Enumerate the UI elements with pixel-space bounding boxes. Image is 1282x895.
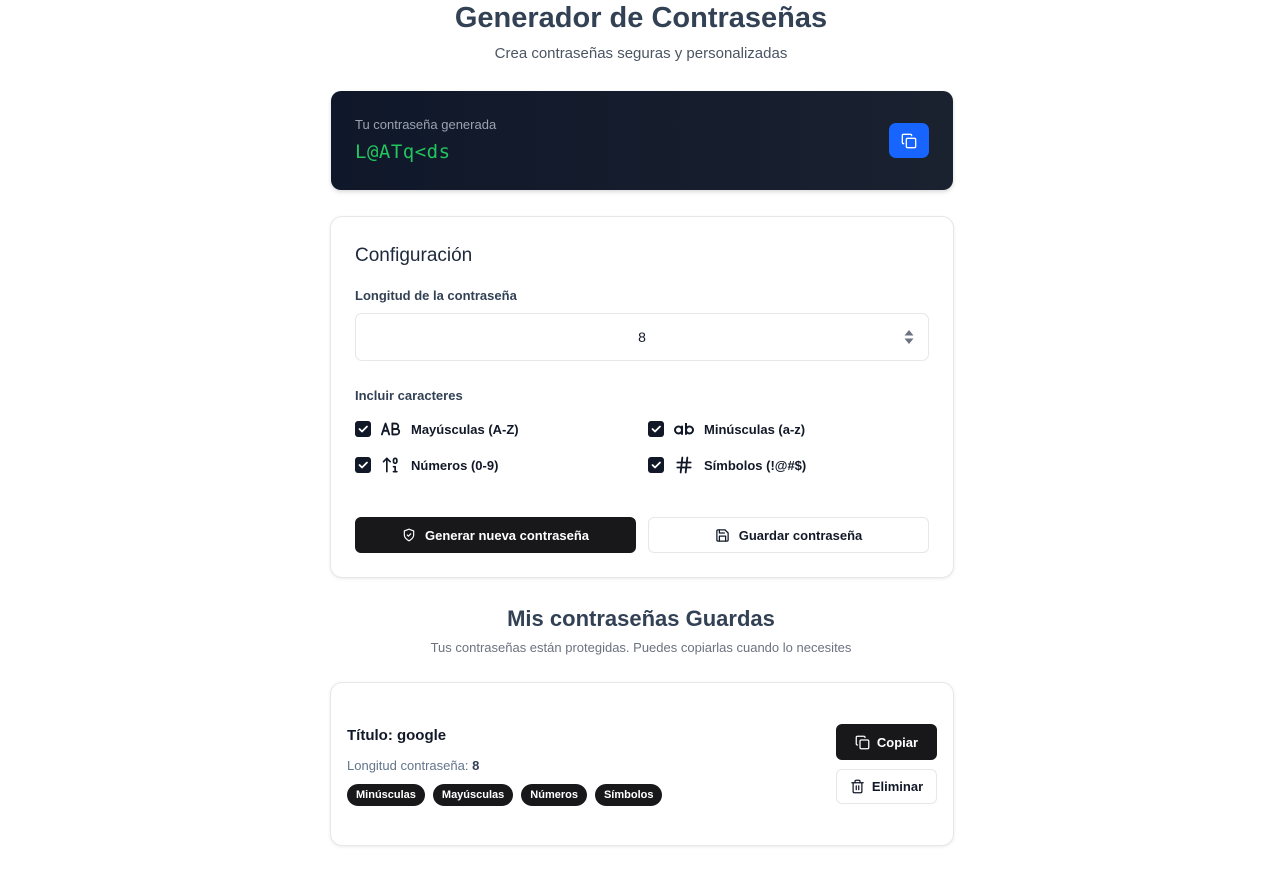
generate-password-label: Generar nueva contraseña xyxy=(424,527,590,543)
check-icon xyxy=(358,461,368,469)
hash-icon xyxy=(674,455,694,475)
copy-icon xyxy=(901,133,917,148)
shield-check-icon xyxy=(403,528,415,542)
include-characters-label: Incluir caracteres xyxy=(355,388,463,403)
uppercase-label: Mayúsculas (A-Z) xyxy=(411,421,519,437)
uppercase-checkbox[interactable] xyxy=(355,421,371,437)
save-icon xyxy=(715,528,729,542)
option-numbers: Números (0-9) xyxy=(355,455,498,475)
trash-icon xyxy=(851,779,864,794)
saved-item-title: Título: google xyxy=(347,727,447,744)
page-subtitle: Crea contraseñas seguras y personalizada… xyxy=(494,45,788,62)
symbols-label: Símbolos (!@#$) xyxy=(704,457,807,473)
option-lowercase: Minúsculas (a-z) xyxy=(648,419,805,439)
saved-item-tags: Minúsculas Mayúsculas Números Símbolos xyxy=(347,784,663,806)
page-title: Generador de Contraseñas xyxy=(454,2,828,34)
copy-icon xyxy=(855,735,870,749)
saved-passwords-title: Mis contraseñas Guardas xyxy=(507,606,775,631)
length-input[interactable]: 8 xyxy=(355,313,929,361)
symbols-checkbox[interactable] xyxy=(648,457,664,473)
copy-password-button[interactable] xyxy=(889,123,929,158)
configuration-card: Configuración Longitud de la contraseña … xyxy=(330,216,954,578)
delete-saved-password-button[interactable]: Eliminar xyxy=(836,769,937,804)
lowercase-ab-icon xyxy=(674,419,694,439)
generate-password-button[interactable]: Generar nueva contraseña xyxy=(355,517,636,553)
check-icon xyxy=(651,425,661,433)
numbers-checkbox[interactable] xyxy=(355,457,371,473)
generated-password-label: Tu contraseña generada xyxy=(355,117,497,132)
saved-passwords-subtitle: Tus contraseñas están protegidas. Puedes… xyxy=(430,640,852,655)
saved-item-length: Longitud contraseña: 8 xyxy=(347,758,479,773)
numbers-label: Números (0-9) xyxy=(411,457,499,473)
configuration-title: Configuración xyxy=(355,245,473,266)
delete-saved-password-label: Eliminar xyxy=(871,779,924,794)
saved-item-length-value: 8 xyxy=(472,758,480,773)
number-spinner-icon[interactable] xyxy=(904,329,914,345)
lowercase-label: Minúsculas (a-z) xyxy=(704,421,806,437)
tag-lowercase: Minúsculas xyxy=(347,784,425,806)
option-uppercase: Mayúsculas (A-Z) xyxy=(355,419,519,439)
lowercase-checkbox[interactable] xyxy=(648,421,664,437)
save-password-button[interactable]: Guardar contraseña xyxy=(648,517,929,553)
tag-symbols: Símbolos xyxy=(594,784,663,806)
length-value: 8 xyxy=(638,329,646,345)
generated-password-card: Tu contraseña generada L@ATq<ds xyxy=(331,91,953,190)
saved-item-length-label: Longitud contraseña: xyxy=(347,758,469,773)
tag-uppercase: Mayúsculas xyxy=(432,784,514,806)
save-password-label: Guardar contraseña xyxy=(738,527,863,543)
arrow-up-01-icon xyxy=(381,455,401,475)
length-label: Longitud de la contraseña xyxy=(355,288,517,303)
check-icon xyxy=(358,425,368,433)
check-icon xyxy=(651,461,661,469)
saved-password-card: Título: google Longitud contraseña: 8 Mi… xyxy=(330,682,954,846)
copy-saved-password-label: Copiar xyxy=(876,734,919,750)
generated-password-value[interactable]: L@ATq<ds xyxy=(355,141,451,163)
tag-numbers: Números xyxy=(521,784,587,806)
uppercase-ab-icon xyxy=(381,419,401,439)
copy-saved-password-button[interactable]: Copiar xyxy=(836,724,937,760)
option-symbols: Símbolos (!@#$) xyxy=(648,455,806,475)
